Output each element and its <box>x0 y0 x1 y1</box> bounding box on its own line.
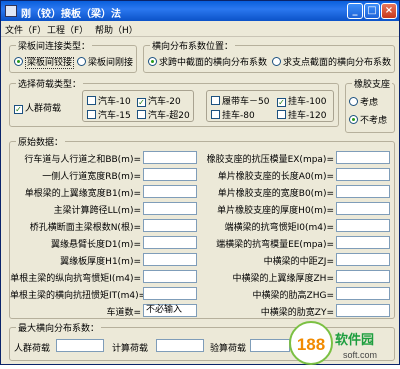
rigid-radio[interactable]: 梁板间刚接 <box>77 55 133 68</box>
right-field-input[interactable] <box>336 168 390 181</box>
not-consider-radio[interactable]: 不考虑 <box>349 113 387 126</box>
left-field-input[interactable]: 不必输入 <box>143 304 197 317</box>
consider-radio[interactable]: 考虑 <box>349 95 378 108</box>
check-mark-icon: ✓ <box>137 98 146 107</box>
bearing-legend: 橡胶支座 <box>352 77 393 90</box>
raw-data-legend: 原始数据： <box>16 135 66 148</box>
right-field-input[interactable] <box>336 270 390 283</box>
right-field-label: 中横梁的肋宽ZY= <box>260 308 334 318</box>
max-legend: 最大横向分布系数： <box>16 321 102 334</box>
svg-text:188: 188 <box>297 335 325 354</box>
left-field-label: 行车道与人行道之和BB(m)= <box>24 155 141 165</box>
car-super20-checkbox[interactable]: 汽车-超20 <box>137 108 190 121</box>
load-legend: 选择荷载类型： <box>16 77 84 90</box>
calc-result-label: 计算荷载 <box>112 344 149 354</box>
right-field-label: 中横梁的上翼缘厚度ZH= <box>232 274 334 284</box>
radio-indicator <box>272 57 281 66</box>
menu-file[interactable]: 文件（F） <box>5 23 46 36</box>
left-field-label: 桥孔横断面主梁根数N(根)= <box>29 223 141 233</box>
right-field-label: 端横梁的抗弯惯矩I0(m4)= <box>224 223 334 233</box>
right-field-input[interactable] <box>336 304 390 317</box>
menu-bar: 文件（F） 工程（F） 帮助（H） <box>1 21 399 37</box>
trailer-120-checkbox[interactable]: 挂车-120 <box>277 108 326 121</box>
left-field-input[interactable] <box>143 270 197 283</box>
watermark-logo: 188 软件园 soft.com <box>287 319 400 366</box>
left-field-label: 主梁计算跨径LL(m)= <box>53 206 141 216</box>
minimize-button[interactable]: _ <box>347 3 363 19</box>
right-field-label: 橡胶支座的抗压模量EX(mpa)= <box>206 155 334 165</box>
check-mark-icon: ✓ <box>277 98 286 107</box>
app-icon <box>5 5 17 17</box>
connection-type-group: 梁板间连接类型： 梁板间铰接 梁板间刚接 <box>9 39 137 73</box>
main-window: 刚（铰）接板（梁）法 _ □ × 文件（F） 工程（F） 帮助（H） 梁板间连接… <box>0 0 400 365</box>
load-type-group: 选择荷载类型： ✓ 人群荷载 汽车-10 ✓ 汽车-20 汽车-15 汽车-超20 … <box>9 77 339 127</box>
svg-text:soft.com: soft.com <box>343 350 377 360</box>
title-bar[interactable]: 刚（铰）接板（梁）法 _ □ × <box>1 1 399 21</box>
crowd-load-checkbox[interactable]: ✓ 人群荷载 <box>14 101 61 114</box>
maximize-button[interactable]: □ <box>364 3 380 19</box>
radio-indicator <box>14 57 23 66</box>
window-title: 刚（铰）接板（梁）法 <box>21 9 121 20</box>
left-field-label: 单根主梁的横向抗扭惯矩IT(m4)= <box>10 291 147 301</box>
car-20-checkbox[interactable]: ✓ 汽车-20 <box>137 94 181 107</box>
left-field-input[interactable] <box>143 168 197 181</box>
left-field-input[interactable] <box>143 151 197 164</box>
right-field-label: 中横梁的中距ZJ= <box>263 257 334 267</box>
car-15-checkbox[interactable]: 汽车-15 <box>87 108 131 121</box>
trailer-80-checkbox[interactable]: 挂车-80 <box>211 108 255 121</box>
distribution-position-group: 横向分布系数位置： 求跨中截面的横向分布系数 求支点截面的横向分布系数 <box>143 39 395 73</box>
menu-help[interactable]: 帮助（H） <box>95 23 138 36</box>
raw-data-group: 原始数据： 行车道与人行道之和BB(m)= 一侧人行道宽度RB(m)= 单根梁的上翼… <box>9 135 395 319</box>
support-radio[interactable]: 求支点截面的横向分布系数 <box>272 55 391 68</box>
right-field-label: 单片橡胶支座的长度A0(m)= <box>217 172 334 182</box>
left-field-label: 单根主梁的纵向抗弯惯矩I(m4)= <box>10 274 141 284</box>
rubber-bearing-group: 橡胶支座 考虑 不考虑 <box>345 77 395 133</box>
left-field-label: 单根梁的上翼缘宽度B1(m)= <box>24 189 141 199</box>
left-field-input[interactable] <box>143 202 197 215</box>
check-mark-icon: ✓ <box>14 105 23 114</box>
right-field-label: 单片橡胶支座的厚度H0(m)= <box>217 206 334 216</box>
left-field-input[interactable] <box>143 253 197 266</box>
right-field-input[interactable] <box>336 185 390 198</box>
right-field-input[interactable] <box>336 219 390 232</box>
position-legend: 横向分布系数位置： <box>150 39 236 52</box>
right-field-input[interactable] <box>336 202 390 215</box>
midspan-radio[interactable]: 求跨中截面的横向分布系数 <box>148 55 267 68</box>
right-field-label: 中横梁的肋高ZHG= <box>252 291 334 301</box>
car-load-subgroup: 汽车-10 ✓ 汽车-20 汽车-15 汽车-超20 <box>82 90 194 122</box>
left-field-input[interactable] <box>143 185 197 198</box>
check-result-label: 验算荷载 <box>210 344 247 354</box>
crowd-result-field[interactable] <box>56 339 104 352</box>
left-field-label: 翼缘悬臂长度D1(m)= <box>51 240 141 250</box>
left-field-input[interactable] <box>143 236 197 249</box>
right-field-input[interactable] <box>336 236 390 249</box>
left-field-input[interactable] <box>143 287 197 300</box>
right-field-label: 端横梁的抗弯模量EE(mpa)= <box>216 240 334 250</box>
connection-legend: 梁板间连接类型： <box>16 39 93 52</box>
right-field-input[interactable] <box>336 287 390 300</box>
left-field-input[interactable] <box>143 219 197 232</box>
right-field-input[interactable] <box>336 253 390 266</box>
close-button[interactable]: × <box>381 3 397 19</box>
check-result-field[interactable] <box>250 339 290 352</box>
menu-project[interactable]: 工程（F） <box>47 23 88 36</box>
radio-indicator <box>77 57 86 66</box>
svg-text:软件园: 软件园 <box>335 332 374 348</box>
trailer-load-subgroup: 履带车－50 ✓ 挂车-100 挂车-80 挂车-120 <box>206 90 334 122</box>
calc-result-field[interactable] <box>156 339 204 352</box>
car-10-checkbox[interactable]: 汽车-10 <box>87 94 131 107</box>
crowd-result-label: 人群荷载 <box>14 344 51 354</box>
left-field-label: 车道数= <box>106 308 141 318</box>
radio-indicator <box>148 57 157 66</box>
right-field-label: 单片橡胶支座的宽度B0(m)= <box>217 189 334 199</box>
hinged-radio[interactable]: 梁板间铰接 <box>14 55 75 69</box>
left-field-label: 一侧人行道宽度RB(m)= <box>42 172 141 182</box>
track-50-checkbox[interactable]: 履带车－50 <box>211 94 269 107</box>
left-field-label: 翼缘板厚度H1(m)= <box>60 257 141 267</box>
right-field-input[interactable] <box>336 151 390 164</box>
trailer-100-checkbox[interactable]: ✓ 挂车-100 <box>277 94 326 107</box>
